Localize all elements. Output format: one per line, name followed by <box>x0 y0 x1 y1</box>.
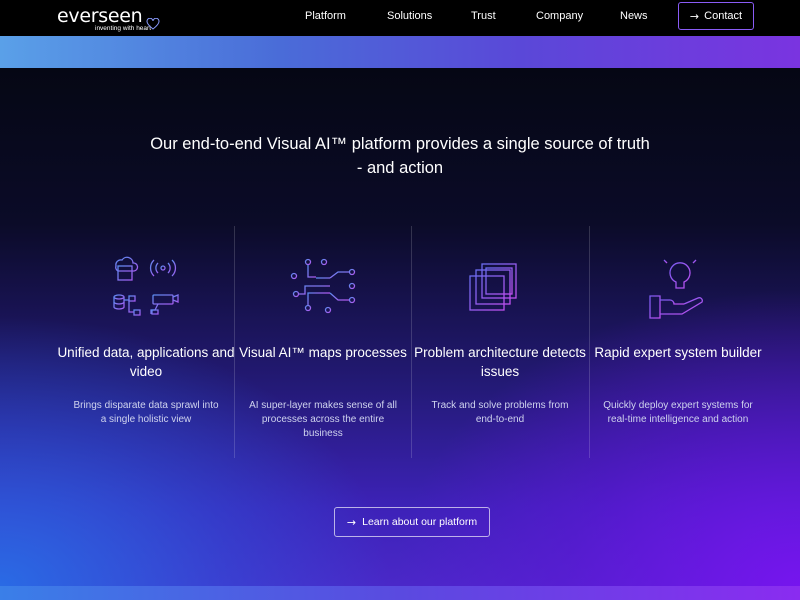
arrow-right-icon: → <box>346 515 357 529</box>
arrow-right-icon: → <box>689 9 700 23</box>
everseen-logo[interactable]: everseen inventing with heart <box>57 6 151 33</box>
process-map-icon <box>290 258 356 314</box>
data-sources-icon <box>113 256 179 316</box>
contact-button[interactable]: → Contact <box>678 2 754 30</box>
feature-description: Quickly deploy expert systems for real-t… <box>603 400 753 425</box>
nav-company[interactable]: Company <box>536 10 583 22</box>
nav-trust[interactable]: Trust <box>471 10 496 22</box>
heart-icon <box>146 18 160 30</box>
feature-description: AI super-layer makes sense of all proces… <box>249 400 397 439</box>
feature-title: Rapid expert system builder <box>594 345 762 360</box>
column-divider <box>234 226 235 458</box>
nav-solutions[interactable]: Solutions <box>387 10 432 22</box>
feature-description: Brings disparate data sprawl into a sing… <box>73 400 219 425</box>
feature-title: Visual AI™ maps processes <box>239 345 407 360</box>
feature-title: Unified data, applications and video <box>57 345 235 379</box>
top-navigation: everseen inventing with heart Platform S… <box>0 0 800 36</box>
nav-news[interactable]: News <box>620 10 648 22</box>
hero-gradient-strip <box>0 36 800 68</box>
learn-platform-button[interactable]: → Learn about our platform <box>334 507 490 537</box>
column-divider <box>589 226 590 458</box>
contact-button-label: Contact <box>704 10 743 22</box>
lightbulb-hand-icon <box>649 254 703 319</box>
column-divider <box>411 226 412 458</box>
feature-title: Problem architecture detects issues <box>414 345 586 379</box>
logo-wordmark: everseen <box>57 5 143 27</box>
section-headline: Our end-to-end Visual AI™ platform provi… <box>150 135 650 177</box>
feature-description: Track and solve problems from end-to-end <box>431 400 569 425</box>
nav-platform[interactable]: Platform <box>305 10 346 22</box>
problem-architecture-icon <box>469 254 529 311</box>
bottom-gradient-strip <box>0 586 800 600</box>
learn-platform-label: Learn about our platform <box>362 516 478 528</box>
